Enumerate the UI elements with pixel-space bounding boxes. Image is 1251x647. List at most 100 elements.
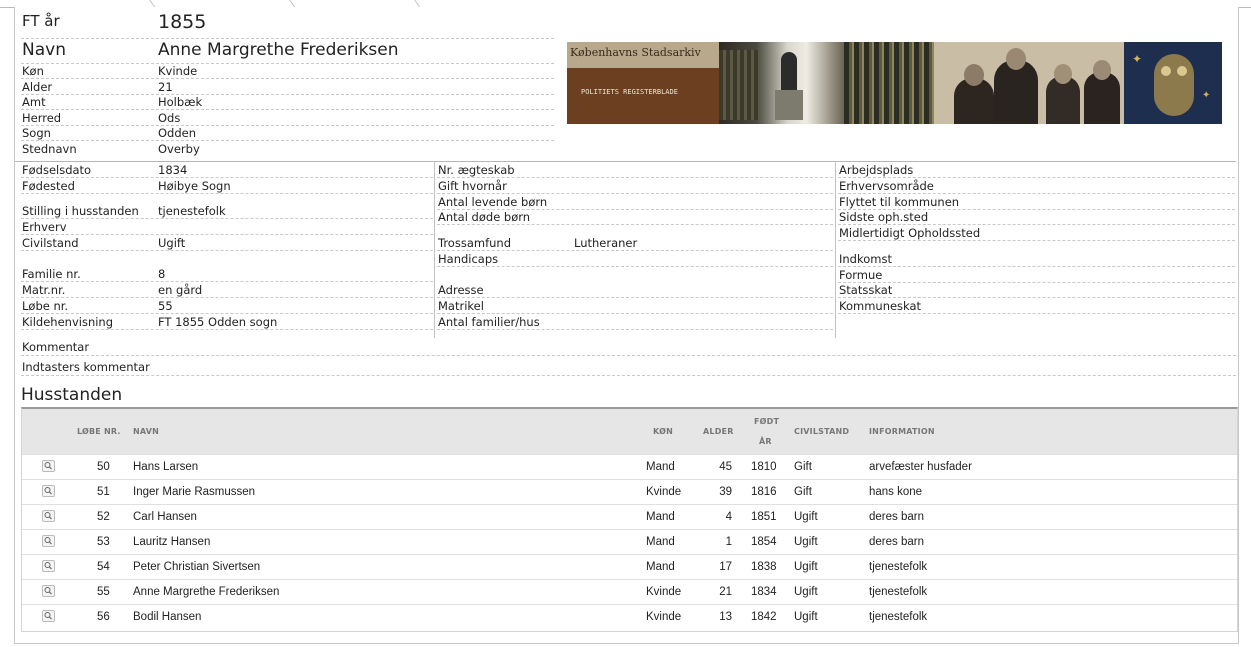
field-label: Løbe nr. (22, 299, 69, 313)
cell-alder: 39 (719, 486, 732, 498)
col-header-lobe-nr[interactable]: LØBE NR. (77, 427, 121, 436)
divider (21, 234, 433, 235)
banner-owl-artwork: ✦ ✦ (1124, 42, 1222, 124)
cell-civilstand: Ugift (794, 536, 818, 548)
column-divider (835, 161, 836, 338)
cell-fodt-ar: 1816 (751, 486, 777, 498)
indtaster-kommentar-label: Indtasters kommentar (22, 360, 150, 374)
field-label: Herred (22, 110, 62, 125)
cell-kon: Mand (646, 536, 675, 548)
field-label: Midlertidigt Opholdssted (839, 226, 981, 240)
view-details-icon[interactable] (42, 585, 55, 597)
cell-information: tjenestefolk (869, 561, 928, 573)
divider (21, 63, 554, 64)
cell-kon: Mand (646, 561, 675, 573)
cell-lobe-nr: 54 (97, 561, 110, 573)
cell-civilstand: Ugift (794, 561, 818, 573)
col-header-civilstand[interactable]: CIVILSTAND (794, 427, 849, 436)
divider (838, 240, 1235, 241)
col-header-alder[interactable]: ALDER (703, 427, 734, 436)
section-divider (15, 161, 1236, 162)
view-details-icon[interactable] (42, 535, 55, 547)
cell-fodt-ar: 1834 (751, 586, 777, 598)
divider (21, 297, 433, 298)
cell-lobe-nr: 52 (97, 511, 110, 523)
divider (21, 193, 433, 194)
cell-information: tjenestefolk (869, 586, 928, 598)
cell-fodt-ar: 1851 (751, 511, 777, 523)
cell-alder: 4 (725, 511, 732, 523)
field-value: Lutheraner (574, 236, 638, 250)
cell-lobe-nr: 56 (97, 611, 110, 623)
col-header-information[interactable]: INFORMATION (869, 427, 935, 436)
cell-information: deres barn (869, 536, 924, 548)
divider (437, 177, 833, 178)
field-label: Amt (22, 95, 46, 110)
ft-label: FT år (22, 12, 60, 30)
divider (21, 177, 433, 178)
field-value: FT 1855 Odden sogn (158, 315, 278, 329)
divider (21, 218, 433, 219)
cell-alder: 1 (725, 536, 732, 548)
field-value: Overby (158, 142, 200, 156)
field-label: Familie nr. (22, 267, 81, 281)
navn-value: Anne Margrethe Frederiksen (158, 40, 399, 60)
cell-alder: 45 (719, 461, 732, 473)
divider (838, 266, 1235, 267)
field-label: Kommuneskat (839, 299, 922, 313)
field-label: Fødested (22, 179, 75, 193)
field-label: Matrikel (438, 299, 484, 313)
cell-navn: Inger Marie Rasmussen (133, 486, 256, 498)
field-value: Høibye Sogn (158, 179, 231, 193)
field-value: 55 (158, 299, 173, 313)
view-details-icon[interactable] (42, 610, 55, 622)
divider (21, 78, 554, 79)
field-label: Erhverv (22, 220, 67, 234)
ft-value: 1855 (158, 11, 207, 33)
banner-library-photo (719, 42, 844, 124)
cell-civilstand: Gift (794, 486, 812, 498)
table-row: 50 Hans Larsen Mand 45 1810 Gift arvefæster hu… (22, 454, 1237, 480)
field-value: 1834 (158, 163, 188, 177)
col-header-ar[interactable]: ÅR (759, 437, 772, 446)
field-label: Trossamfund (438, 236, 512, 250)
field-label: Stilling i husstanden (22, 204, 139, 218)
divider (838, 224, 1235, 225)
cell-alder: 13 (719, 611, 732, 623)
field-label: Sidste oph.sted (839, 210, 929, 224)
cell-alder: 17 (719, 561, 732, 573)
cell-lobe-nr: 53 (97, 536, 110, 548)
divider (437, 250, 833, 251)
divider (21, 38, 554, 39)
household-title: Husstanden (21, 385, 123, 405)
cell-fodt-ar: 1854 (751, 536, 777, 548)
cell-lobe-nr: 50 (97, 461, 110, 473)
field-label: Formue (839, 268, 883, 282)
table-row: 54 Peter Christian Sivertsen Mand 17 1838 Ugi… (22, 554, 1237, 580)
divider (838, 193, 1235, 194)
col-header-kon[interactable]: KØN (653, 427, 673, 436)
col-header-navn[interactable]: NAVN (133, 427, 159, 436)
col-header-fodt[interactable]: FØDT (754, 417, 779, 426)
field-label: Fødselsdato (22, 163, 92, 177)
navn-label: Navn (22, 40, 66, 60)
field-value: Kvinde (158, 64, 198, 78)
column-divider (434, 161, 435, 338)
view-details-icon[interactable] (42, 560, 55, 572)
field-label: Nr. ægteskab (438, 163, 515, 177)
archive-banner[interactable]: Københavns Stadsarkiv POLITIETS REGISTER… (567, 42, 1222, 124)
divider (838, 297, 1235, 298)
view-details-icon[interactable] (42, 510, 55, 522)
cell-navn: Hans Larsen (133, 461, 199, 473)
field-label: Civilstand (22, 236, 79, 250)
view-details-icon[interactable] (42, 485, 55, 497)
cell-fodt-ar: 1838 (751, 561, 777, 573)
view-details-icon[interactable] (42, 460, 55, 472)
field-label: Stednavn (22, 142, 77, 156)
field-label: Gift hvornår (438, 179, 507, 193)
cell-information: arvefæster husfader (869, 461, 972, 473)
cell-kon: Mand (646, 461, 675, 473)
cell-alder: 21 (719, 586, 732, 598)
divider (21, 375, 1236, 376)
field-label: Flyttet til kommunen (839, 195, 960, 209)
